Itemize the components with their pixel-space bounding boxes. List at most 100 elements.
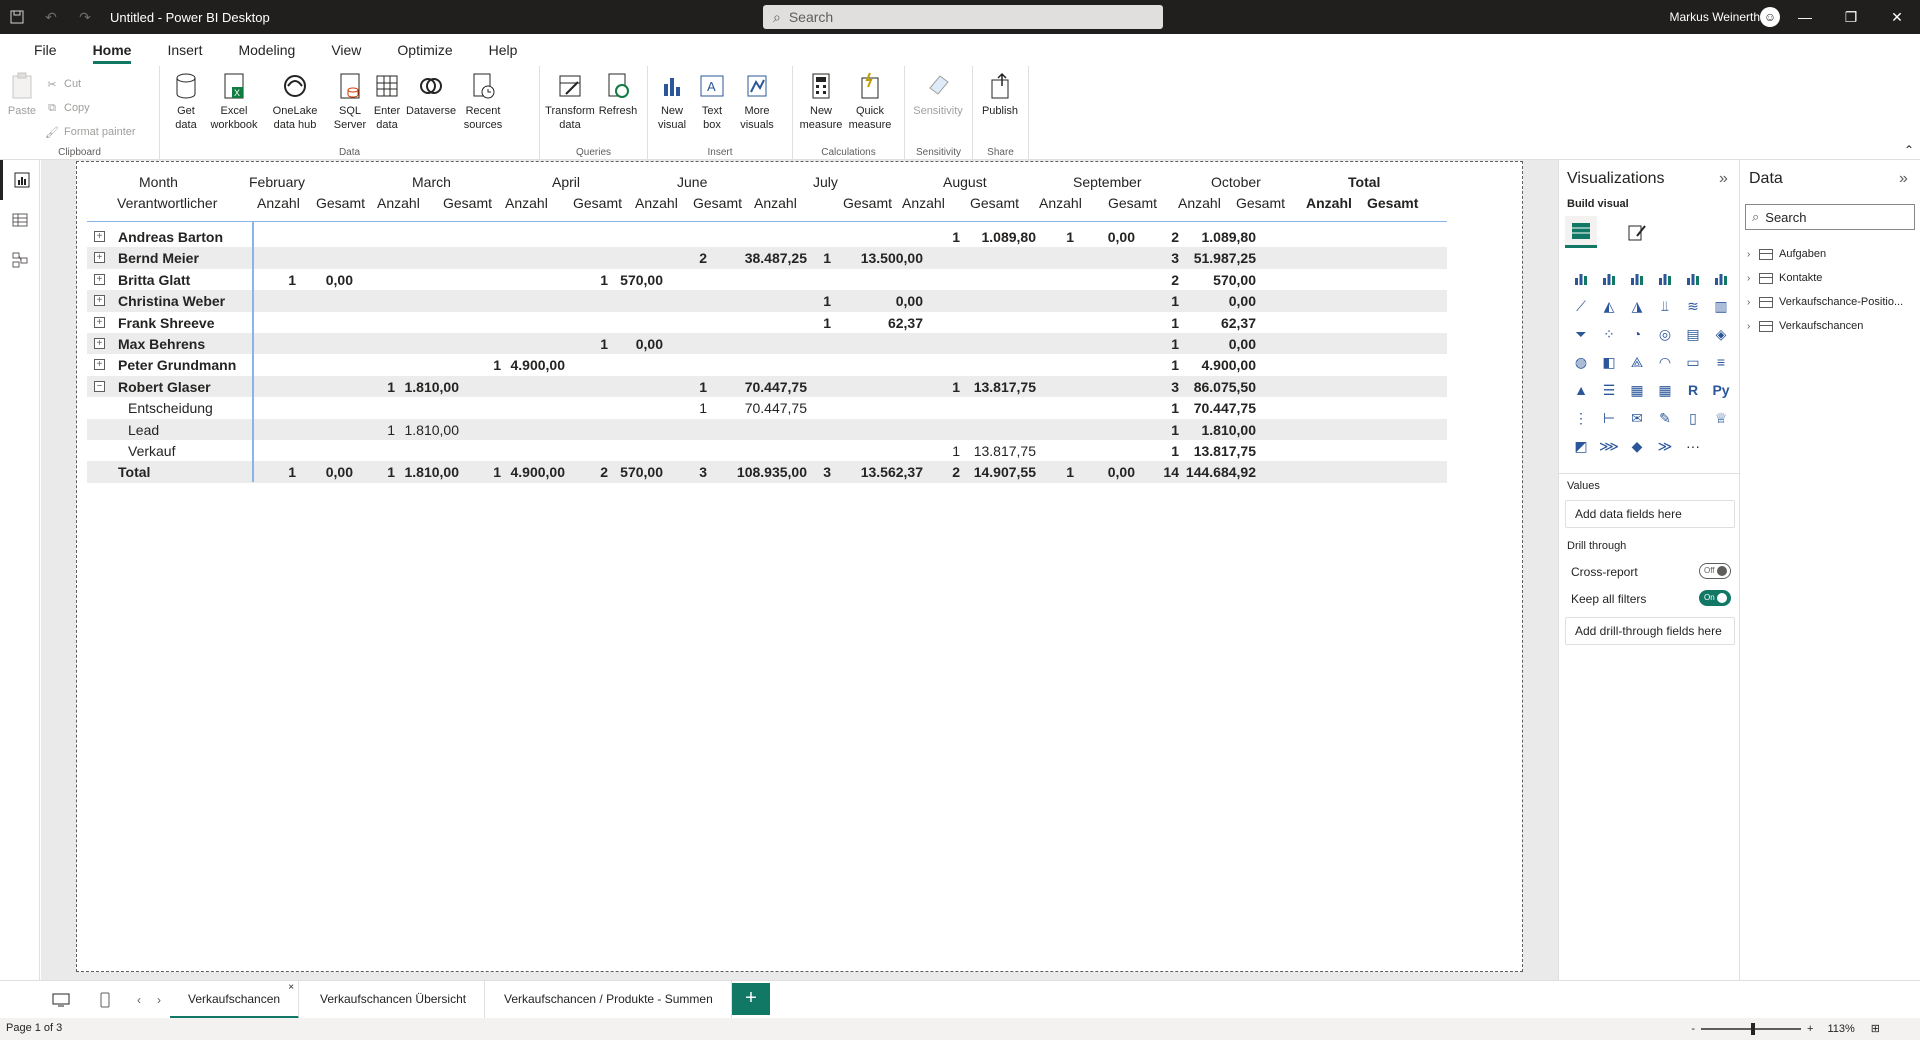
redo-icon[interactable]: ↷: [68, 0, 102, 34]
save-icon[interactable]: [0, 0, 34, 34]
matrix-total-anzahl[interactable]: 1: [1171, 400, 1179, 416]
user-name[interactable]: Markus Weinerth: [1670, 0, 1760, 34]
month-august[interactable]: August: [943, 174, 987, 190]
gauge-icon[interactable]: ◠: [1651, 348, 1679, 376]
month-july[interactable]: July: [813, 174, 838, 190]
matrix-cell[interactable]: 62,37: [888, 315, 923, 331]
matrix-total-gesamt[interactable]: 70.447,75: [1194, 400, 1256, 416]
matrix-row[interactable]: + Peter Grundmann 1 4.900,00 1 4.900,00: [87, 354, 1447, 375]
expand-icon[interactable]: +: [94, 337, 105, 349]
matrix-cell[interactable]: 1: [387, 422, 395, 438]
matrix-cell[interactable]: 0,00: [1108, 229, 1135, 245]
anzahl-header[interactable]: Anzahl: [505, 195, 548, 211]
matrix-icon[interactable]: ▦: [1651, 376, 1679, 404]
matrix-cell[interactable]: 1: [952, 379, 960, 395]
scatter-icon[interactable]: ⁘: [1595, 320, 1623, 348]
row-header[interactable]: Max Behrens: [118, 336, 205, 352]
anzahl-header[interactable]: Anzahl: [902, 195, 945, 211]
matrix-total-gesamt[interactable]: 570,00: [1213, 272, 1256, 288]
anzahl-header[interactable]: Anzahl: [754, 195, 797, 211]
format-visual-icon[interactable]: [1621, 216, 1653, 248]
table-aufgaben[interactable]: › Aufgaben: [1747, 242, 1917, 266]
matrix-total-gesamt[interactable]: 51.987,25: [1194, 250, 1256, 266]
paginated-icon[interactable]: ▯: [1679, 404, 1707, 432]
gesamt-header[interactable]: Gesamt: [970, 195, 1019, 211]
matrix-row[interactable]: Entscheidung 1 70.447,75 1 70.447,75: [87, 397, 1447, 418]
row-header[interactable]: Bernd Meier: [118, 250, 199, 266]
gesamt-header[interactable]: Gesamt: [1236, 195, 1285, 211]
matrix-cell[interactable]: 1: [699, 400, 707, 416]
cut-button[interactable]: ✂ Cut: [44, 72, 136, 96]
matrix-total-gesamt[interactable]: 144.684,92: [1186, 464, 1256, 480]
expand-icon[interactable]: +: [94, 295, 105, 307]
tab-insert[interactable]: Insert: [149, 34, 220, 66]
matrix-total-anzahl[interactable]: 1: [1171, 443, 1179, 459]
month-march[interactable]: March: [412, 174, 451, 190]
table-verkaufschancen[interactable]: › Verkaufschancen: [1747, 314, 1917, 338]
matrix-total-gesamt[interactable]: 4.900,00: [1202, 357, 1257, 373]
table-kontakte[interactable]: › Kontakte: [1747, 266, 1917, 290]
undo-icon[interactable]: ↶: [34, 0, 68, 34]
anzahl-header[interactable]: Anzahl: [257, 195, 300, 211]
anzahl-header[interactable]: Anzahl: [1178, 195, 1221, 211]
card-icon[interactable]: ▭: [1679, 348, 1707, 376]
expand-icon[interactable]: +: [94, 231, 105, 242]
expand-icon[interactable]: +: [94, 252, 105, 264]
cross-report-toggle[interactable]: Off: [1699, 563, 1731, 579]
month-june[interactable]: June: [677, 174, 707, 190]
gesamt-header[interactable]: Gesamt: [443, 195, 492, 211]
matrix-cell[interactable]: 70.447,75: [745, 400, 807, 416]
waterfall-icon[interactable]: ▥: [1707, 292, 1735, 320]
month-september[interactable]: September: [1073, 174, 1141, 190]
format-painter-button[interactable]: 🖌 Format painter: [44, 120, 136, 144]
matrix-row[interactable]: + Frank Shreeve 1 62,37 1 62,37: [87, 312, 1447, 333]
funnel-icon[interactable]: ⏷: [1567, 320, 1595, 348]
more-icon[interactable]: ···: [1679, 432, 1707, 460]
matrix-cell[interactable]: 1.810,00: [405, 379, 460, 395]
matrix-cell[interactable]: 1: [823, 250, 831, 266]
minimize-icon[interactable]: —: [1782, 0, 1828, 34]
matrix-cell[interactable]: 1.089,80: [982, 229, 1037, 245]
keep-filters-toggle[interactable]: On: [1699, 590, 1731, 606]
r-visual-icon[interactable]: R: [1679, 376, 1707, 404]
collapse-icon[interactable]: −: [94, 380, 105, 392]
matrix-cell[interactable]: 1: [387, 379, 395, 395]
matrix-cell[interactable]: 13.817,75: [974, 379, 1036, 395]
fit-page-icon[interactable]: ⊞: [1871, 1022, 1880, 1035]
month-february[interactable]: February: [249, 174, 305, 190]
matrix-cell[interactable]: 1: [823, 293, 831, 309]
table-icon[interactable]: ▦: [1623, 376, 1651, 404]
restore-icon[interactable]: ❐: [1828, 0, 1874, 34]
line-icon[interactable]: ⟋: [1567, 292, 1595, 320]
matrix-cell[interactable]: 1.810,00: [405, 464, 460, 480]
matrix-cell[interactable]: 1: [952, 229, 960, 245]
matrix-total-anzahl[interactable]: 1: [1171, 357, 1179, 373]
matrix-cell[interactable]: 14.907,55: [974, 464, 1036, 480]
mobile-layout-icon[interactable]: [92, 987, 118, 1013]
matrix-row[interactable]: + Bernd Meier 2 38.487,25 1 13.500,00 3 51.987,…: [87, 247, 1447, 269]
slicer-icon[interactable]: ☰: [1595, 376, 1623, 404]
matrix-total-anzahl[interactable]: 2: [1171, 229, 1179, 245]
smart-narrative-icon[interactable]: ✎: [1651, 404, 1679, 432]
row-header[interactable]: Britta Glatt: [118, 272, 190, 288]
treemap-icon[interactable]: ▤: [1679, 320, 1707, 348]
matrix-cell[interactable]: 13.562,37: [861, 464, 923, 480]
month-october[interactable]: October: [1211, 174, 1261, 190]
python-visual-icon[interactable]: Py: [1707, 376, 1735, 404]
page-tab-produkte-summen[interactable]: Verkaufschancen / Produkte - Summen: [486, 981, 732, 1019]
tab-optimize[interactable]: Optimize: [379, 34, 470, 66]
matrix-visual[interactable]: Month February March April June July Aug…: [87, 170, 1447, 483]
gesamt-header[interactable]: Gesamt: [693, 195, 742, 211]
anzahl-header[interactable]: Anzahl: [377, 195, 420, 211]
matrix-cell[interactable]: 1: [1066, 464, 1074, 480]
matrix-cell[interactable]: 4.900,00: [511, 464, 566, 480]
total-anzahl-header[interactable]: Anzahl: [1306, 195, 1352, 211]
copy-button[interactable]: ⧉ Copy: [44, 96, 136, 120]
close-tab-icon[interactable]: ×: [288, 981, 294, 995]
month-april[interactable]: April: [552, 174, 580, 190]
matrix-total-anzahl[interactable]: 3: [1171, 379, 1179, 395]
zoom-slider[interactable]: [1701, 1022, 1802, 1035]
matrix-total-gesamt[interactable]: 0,00: [1229, 336, 1256, 352]
tab-help[interactable]: Help: [471, 34, 536, 66]
matrix-total-anzahl[interactable]: 2: [1171, 272, 1179, 288]
